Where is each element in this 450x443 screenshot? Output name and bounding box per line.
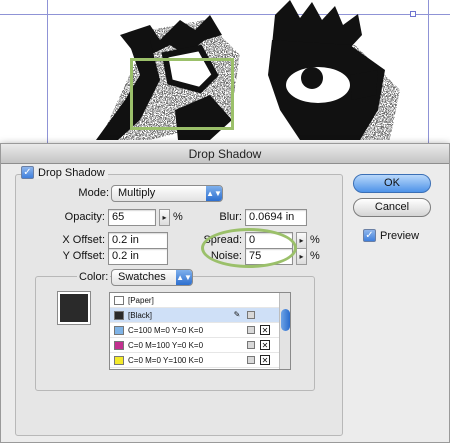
swatch-name: C=0 M=100 Y=0 K=0 [128, 341, 204, 350]
opacity-unit: % [173, 211, 183, 223]
swatch-row-magenta[interactable]: C=0 M=100 Y=0 K=0 ✕ [110, 338, 290, 353]
opacity-label: Opacity: [64, 211, 105, 223]
spread-unit: % [310, 234, 320, 246]
cmyk-mode-icon: ✕ [260, 340, 270, 350]
cmyk-mode-icon: ✕ [260, 325, 270, 335]
select-arrows-icon: ▲▼ [206, 186, 222, 201]
swatch-name: [Paper] [128, 296, 154, 305]
y-offset-input[interactable]: 0.2 in [108, 248, 168, 265]
select-arrows-icon: ▲▼ [176, 270, 192, 285]
color-value: Swatches [118, 271, 166, 283]
swatch-scrollbar[interactable] [279, 293, 290, 369]
swatch-list[interactable]: [Paper] [Black] ✎ C=100 M=0 Y=0 K=0 ✕ C=… [109, 292, 291, 370]
blur-input[interactable]: 0.0694 in [245, 209, 307, 226]
swatch-row-yellow[interactable]: C=0 M=0 Y=100 K=0 ✕ [110, 353, 290, 368]
noise-highlight-circle [201, 228, 297, 268]
highlight-rectangle [130, 58, 234, 130]
opacity-stepper[interactable]: ▸ [159, 209, 170, 226]
swatch-chip [114, 296, 124, 305]
drop-shadow-label: Drop Shadow [38, 166, 105, 179]
process-color-icon [247, 341, 255, 349]
mode-value: Multiply [118, 187, 156, 199]
process-color-icon [247, 356, 255, 364]
mode-label: Mode: [78, 187, 109, 199]
spread-stepper[interactable]: ▸ [296, 232, 307, 249]
swatch-chip [114, 356, 124, 365]
cmyk-mode-icon: ✕ [260, 355, 270, 365]
color-swatch-preview [57, 291, 91, 325]
noise-stepper[interactable]: ▸ [296, 248, 307, 265]
color-label: Color: [77, 271, 111, 283]
process-color-icon [247, 326, 255, 334]
drop-shadow-dialog: Drop Shadow ✓ Drop Shadow Mode: Multiply… [0, 143, 450, 443]
x-offset-label: X Offset: [62, 234, 105, 246]
cancel-button[interactable]: Cancel [353, 198, 431, 217]
drop-shadow-checkbox[interactable]: ✓ [21, 166, 34, 179]
swatch-name: [Black] [128, 311, 153, 320]
noise-unit: % [310, 250, 320, 262]
swatch-row-black[interactable]: [Black] ✎ [110, 308, 290, 323]
swatch-chip [114, 311, 124, 320]
blur-label: Blur: [219, 211, 242, 223]
swatch-chip [114, 341, 124, 350]
scroll-thumb[interactable] [281, 309, 290, 331]
swatch-name: C=0 M=0 Y=100 K=0 [128, 356, 204, 365]
y-offset-label: Y Offset: [62, 250, 105, 262]
swatch-row-paper[interactable]: [Paper] [110, 293, 290, 308]
color-select[interactable]: Swatches ▲▼ [111, 269, 193, 286]
swatch-chip [114, 326, 124, 335]
mode-select[interactable]: Multiply ▲▼ [111, 185, 223, 202]
dialog-title: Drop Shadow [1, 144, 449, 164]
process-color-icon [247, 311, 255, 319]
swatch-name: C=100 M=0 Y=0 K=0 [128, 326, 204, 335]
opacity-input[interactable]: 65 [108, 209, 156, 226]
preview-label: Preview [380, 229, 420, 242]
drop-shadow-toggle[interactable]: ✓ Drop Shadow [21, 166, 108, 179]
preview-checkbox[interactable]: ✓ [363, 229, 376, 242]
x-offset-input[interactable]: 0.2 in [108, 232, 168, 249]
ok-button[interactable]: OK [353, 174, 431, 193]
selection-handle[interactable] [410, 11, 416, 17]
preview-toggle[interactable]: ✓ Preview [363, 229, 419, 242]
no-edit-icon: ✎ [233, 310, 241, 319]
swatch-row-cyan[interactable]: C=100 M=0 Y=0 K=0 ✕ [110, 323, 290, 338]
